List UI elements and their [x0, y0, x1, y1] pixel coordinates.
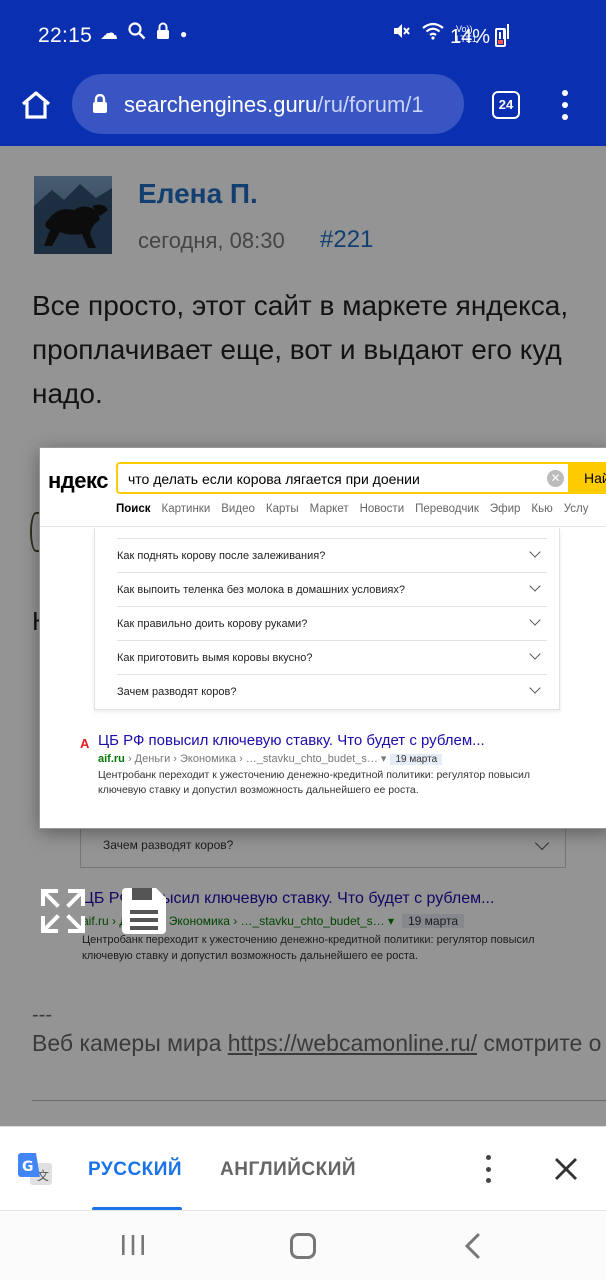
url-domain: searchengines.guru	[124, 92, 318, 117]
search-result: А ЦБ РФ повысил ключевую ставку. Что буд…	[80, 732, 598, 798]
screenshot-preview[interactable]: ндекс что делать если корова лягается пр…	[40, 448, 606, 828]
yandex-search-input: что делать если корова лягается при доен…	[116, 462, 570, 494]
yandex-tab: Картинки	[161, 503, 211, 515]
address-bar[interactable]: searchengines.guru/ru/forum/1	[72, 74, 464, 134]
source-language-tab[interactable]: РУССКИЙ	[88, 1159, 182, 1181]
svg-text:G: G	[22, 1159, 34, 1175]
search-notification-icon	[128, 22, 146, 45]
expand-icon[interactable]	[40, 888, 86, 934]
chevron-down-icon	[529, 580, 541, 592]
close-icon[interactable]	[554, 1157, 578, 1181]
system-nav-bar	[0, 1210, 606, 1280]
url-path: /ru/forum/1	[317, 92, 424, 117]
faq-item: Как поднять корову после залеживания?	[117, 538, 547, 572]
browser-menu-button[interactable]	[560, 90, 570, 120]
browser-chrome: 22:15 ☁ ● Vo)) LTE1 14% searchengines.gu…	[0, 0, 606, 146]
translate-bar: 文 G РУССКИЙ АНГЛИЙСКИЙ	[0, 1126, 606, 1211]
chevron-down-icon	[529, 648, 541, 660]
faq-item: Как выпоить теленка без молока в домашни…	[117, 572, 547, 606]
cloud-icon: ☁	[100, 23, 118, 43]
result-date: 19 марта	[390, 754, 443, 765]
yandex-tab: Поиск	[116, 503, 151, 515]
status-time: 22:15	[38, 24, 93, 47]
faq-item: Как правильно доить корову руками?	[117, 606, 547, 640]
result-path: › Деньги › Экономика › …_stavku_chto_bud…	[124, 753, 387, 765]
home-icon[interactable]	[20, 90, 52, 120]
result-url: aif.ru › Деньги › Экономика › …_stavku_c…	[98, 752, 598, 765]
result-title: ЦБ РФ повысил ключевую ставку. Что будет…	[98, 732, 485, 749]
tabs-count-button[interactable]: 24	[492, 91, 520, 119]
recent-apps-icon[interactable]	[120, 1235, 146, 1255]
wifi-icon	[422, 22, 444, 45]
result-domain: aif.ru	[98, 753, 125, 765]
more-options-icon[interactable]	[484, 1155, 492, 1183]
chevron-down-icon	[529, 614, 541, 626]
target-language-tab[interactable]: АНГЛИЙСКИЙ	[220, 1159, 356, 1181]
faq-item-label: Как выпоить теленка без молока в домашни…	[117, 584, 405, 596]
yandex-tab: Маркет	[309, 503, 349, 515]
battery-icon	[495, 28, 506, 47]
result-snippet: Центробанк переходит к ужесточению денеж…	[98, 769, 530, 796]
faq-item-label: Зачем разводят коров?	[117, 686, 237, 698]
yandex-tab: Переводчик	[415, 503, 479, 515]
yandex-search-button: Най	[568, 462, 606, 494]
status-notification-icons: ☁ ●	[100, 22, 187, 45]
yandex-tab: Новости	[359, 503, 405, 515]
yandex-tab: Кью	[531, 503, 553, 515]
yandex-tab: Карты	[265, 503, 299, 515]
lock-notification-icon	[156, 22, 170, 45]
chevron-down-icon	[529, 682, 541, 694]
related-questions: Как поднять корову после залеживания? Ка…	[94, 528, 560, 710]
url-text: searchengines.guru/ru/forum/1	[124, 92, 424, 118]
yandex-nav-tabs: Поиск Картинки Видео Карты Маркет Новост…	[116, 503, 589, 515]
save-icon[interactable]	[120, 886, 168, 936]
yandex-tab: Видео	[221, 503, 255, 515]
faq-item-label: Как приготовить вымя коровы вкусно?	[117, 652, 313, 664]
dot-icon: ●	[180, 26, 188, 41]
faq-item: Как приготовить вымя коровы вкусно?	[117, 640, 547, 674]
yandex-logo: ндекс	[48, 468, 108, 493]
yandex-tab: Услу	[563, 503, 589, 515]
lock-icon	[92, 93, 108, 114]
battery-percent: 14%	[449, 26, 490, 48]
chevron-down-icon	[529, 546, 541, 558]
faq-item-label: Как поднять корову после залеживания?	[117, 550, 326, 562]
home-nav-icon[interactable]	[290, 1233, 316, 1259]
divider	[40, 526, 606, 527]
mute-icon	[392, 22, 410, 45]
yandex-tab: Эфир	[489, 503, 521, 515]
faq-item: Зачем разводят коров?	[117, 674, 547, 708]
google-translate-icon: 文 G	[18, 1153, 52, 1187]
clear-icon: ✕	[547, 470, 564, 487]
back-icon[interactable]	[462, 1233, 484, 1259]
aif-favicon-icon: А	[80, 736, 90, 751]
faq-item-label: Как правильно доить корову руками?	[117, 618, 308, 630]
yandex-query: что делать если корова лягается при доен…	[128, 471, 420, 487]
